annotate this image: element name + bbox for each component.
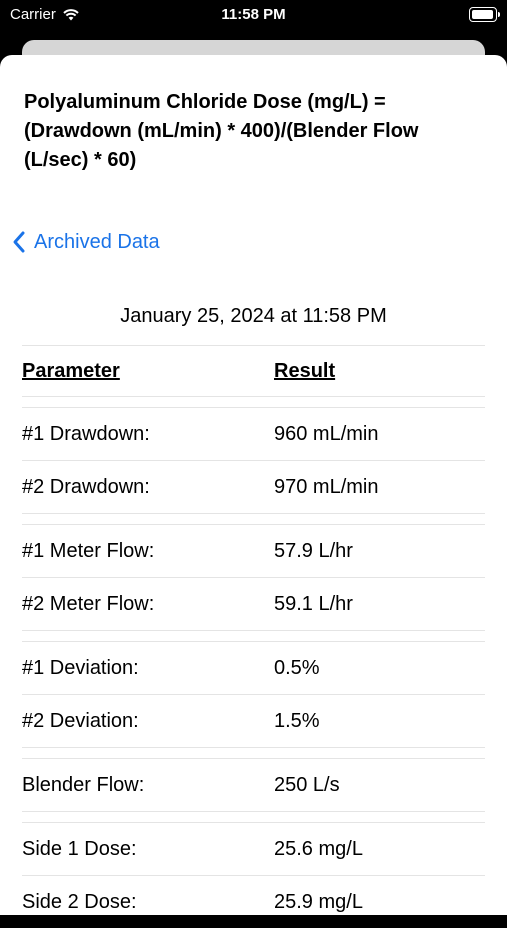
row-result: 25.9 mg/L (274, 890, 363, 913)
table-row: Blender Flow: 250 L/s (22, 759, 485, 811)
row-result: 57.9 L/hr (274, 539, 353, 562)
group-gap (22, 748, 485, 758)
row-parameter: #1 Meter Flow: (22, 539, 155, 562)
header-result: Result (274, 359, 336, 382)
row-parameter: #1 Drawdown: (22, 422, 150, 445)
row-result: 0.5% (274, 656, 320, 679)
table-row: #2 Deviation: 1.5% (22, 695, 485, 747)
table-row: #2 Meter Flow: 59.1 L/hr (22, 578, 485, 630)
table-row: #2 Drawdown: 970 mL/min (22, 461, 485, 513)
row-result: 1.5% (274, 709, 320, 732)
battery-icon (469, 7, 500, 22)
group-gap (22, 514, 485, 524)
table-row: Side 2 Dose: 25.9 mg/L (22, 876, 485, 928)
row-result: 59.1 L/hr (274, 592, 353, 615)
row-parameter: #1 Deviation: (22, 656, 139, 679)
modal-sheet: Polyaluminum Chloride Dose (mg/L) = (Dra… (0, 55, 507, 915)
row-parameter: #2 Drawdown: (22, 475, 150, 498)
status-bar: Carrier 11:58 PM (0, 0, 507, 32)
back-button[interactable]: Archived Data (12, 230, 160, 254)
group-gap (22, 397, 485, 407)
row-parameter: Side 1 Dose: (22, 837, 137, 860)
row-result: 960 mL/min (274, 422, 379, 445)
archive-timestamp: January 25, 2024 at 11:58 PM (120, 305, 387, 327)
row-parameter: #2 Deviation: (22, 709, 139, 732)
row-result: 25.6 mg/L (274, 837, 363, 860)
group-gap (22, 631, 485, 641)
table-row: #1 Meter Flow: 57.9 L/hr (22, 525, 485, 577)
row-parameter: #2 Meter Flow: (22, 592, 155, 615)
row-result: 250 L/s (274, 773, 340, 796)
row-parameter: Blender Flow: (22, 773, 145, 796)
header-parameter: Parameter (22, 359, 120, 382)
results-table: Parameter Result #1 Drawdown: 960 mL/min #… (22, 345, 485, 928)
back-button-label: Archived Data (34, 230, 160, 253)
group-gap (22, 812, 485, 822)
chevron-left-icon (13, 231, 25, 253)
table-row: Side 1 Dose: 25.6 mg/L (22, 823, 485, 875)
table-row: #1 Deviation: 0.5% (22, 642, 485, 694)
row-parameter: Side 2 Dose: (22, 890, 137, 913)
row-result: 970 mL/min (274, 475, 379, 498)
status-time: 11:58 PM (221, 6, 286, 23)
battery-level (472, 10, 493, 19)
table-row: #1 Drawdown: 960 mL/min (22, 408, 485, 460)
table-header: Parameter Result (22, 346, 485, 396)
formula-title: Polyaluminum Chloride Dose (mg/L) = (Dra… (24, 91, 419, 171)
